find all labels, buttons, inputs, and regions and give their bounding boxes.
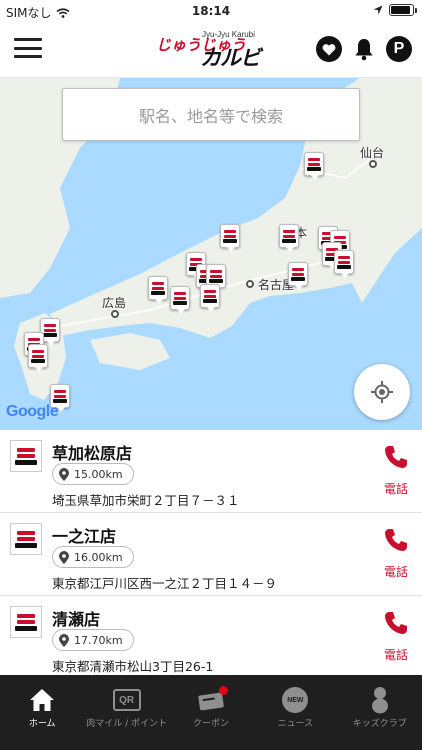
battery-fill xyxy=(391,6,410,14)
pin-icon xyxy=(59,467,69,481)
points-button[interactable]: P xyxy=(386,36,412,62)
store-logo xyxy=(10,440,42,472)
battery-icon xyxy=(389,4,417,16)
phone-icon xyxy=(385,446,407,468)
tab-points[interactable]: QR 肉マイル / ポイント xyxy=(84,675,168,750)
store-pin[interactable] xyxy=(170,286,190,314)
store-address: 埼玉県草加市栄町２丁目７－３１ xyxy=(52,493,240,508)
distance-badge: 16.00km xyxy=(52,546,134,568)
store-item[interactable]: 清瀬店 17.70km 東京都清瀬市松山3丁目26-1 電話 xyxy=(0,596,422,675)
call-button[interactable]: 電話 xyxy=(376,444,416,497)
pin-icon xyxy=(59,633,69,647)
call-label: 電話 xyxy=(383,648,408,662)
store-item[interactable]: 草加松原店 15.00km 埼玉県草加市栄町２丁目７－３１ 電話 xyxy=(0,430,422,513)
call-button[interactable]: 電話 xyxy=(376,610,416,663)
tab-kids-club[interactable]: キッズクラブ xyxy=(338,675,422,750)
distance-badge: 15.00km xyxy=(52,463,134,485)
city-label-hiroshima: 広島 xyxy=(102,296,127,310)
qr-icon: QR xyxy=(112,687,141,713)
distance-badge: 17.70km xyxy=(52,629,134,651)
app-header: Jyu-Jyu Karubi じゅうじゅう カルビ P xyxy=(0,22,422,78)
store-item[interactable]: 一之江店 16.00km 東京都江戸川区西一之江２丁目１４－９ 電話 xyxy=(0,513,422,596)
store-map[interactable]: 駅名、地名等で検索 仙台 広島 名古屋 本 Google xyxy=(0,78,422,430)
city-label-sendai: 仙台 xyxy=(360,146,385,160)
distance-text: 17.70km xyxy=(74,633,123,647)
store-logo xyxy=(10,523,42,555)
kids-icon xyxy=(370,687,390,714)
call-label: 電話 xyxy=(383,482,408,496)
home-icon xyxy=(29,687,55,713)
coupon-badge xyxy=(218,686,228,695)
city-marker-nagoya xyxy=(246,280,254,288)
city-marker-sendai xyxy=(369,160,377,168)
tab-kids-label: キッズクラブ xyxy=(352,719,407,729)
clock: 18:14 xyxy=(191,4,231,18)
store-pin[interactable] xyxy=(288,262,308,290)
tab-news[interactable]: NEW ニュース xyxy=(253,675,337,750)
header-actions: P xyxy=(316,36,412,62)
google-logo-text: Google xyxy=(6,403,59,420)
phone-icon xyxy=(385,612,407,634)
store-pin[interactable] xyxy=(148,276,168,304)
store-name: 草加松原店 xyxy=(52,444,133,463)
menu-line xyxy=(14,38,42,41)
coupon-icon xyxy=(197,686,228,713)
store-name: 清瀬店 xyxy=(52,610,101,629)
tab-points-label: 肉マイル / ポイント xyxy=(86,719,167,729)
store-pin[interactable] xyxy=(304,152,324,180)
store-address: 東京都清瀬市松山3丁目26-1 xyxy=(52,659,214,674)
store-pin[interactable] xyxy=(279,224,299,252)
store-address: 東京都江戸川区西一之江２丁目１４－９ xyxy=(52,576,278,591)
brand-logo: Jyu-Jyu Karubi じゅうじゅう カルビ xyxy=(156,28,266,72)
search-placeholder: 駅名、地名等で検索 xyxy=(138,106,283,126)
search-input[interactable]: 駅名、地名等で検索 xyxy=(62,88,360,141)
menu-button[interactable] xyxy=(14,36,42,60)
bottom-tab-bar: ホーム QR 肉マイル / ポイント クーポン NEW ニュース キッズクラブ xyxy=(0,675,422,750)
store-logo xyxy=(10,606,42,638)
heart-icon xyxy=(322,43,336,55)
status-bar: SIMなし 18:14 xyxy=(0,0,422,22)
logo-text-b: カルビ xyxy=(200,46,261,70)
store-name: 一之江店 xyxy=(52,527,117,546)
status-right xyxy=(373,4,417,16)
qr-icon-text: QR xyxy=(119,694,135,706)
tab-news-label: ニュース xyxy=(277,719,314,729)
store-pin[interactable] xyxy=(200,284,220,312)
tab-home-label: ホーム xyxy=(28,719,56,729)
bell-icon xyxy=(355,39,373,61)
distance-text: 16.00km xyxy=(74,550,123,564)
news-icon-text: NEW xyxy=(287,696,304,704)
pin-icon xyxy=(59,550,69,564)
google-attribution: Google xyxy=(6,403,59,421)
crosshair-icon xyxy=(371,381,393,403)
favorites-button[interactable] xyxy=(316,36,342,62)
store-list: 草加松原店 15.00km 埼玉県草加市栄町２丁目７－３１ 電話 一之江店 16… xyxy=(0,430,422,675)
store-pin[interactable] xyxy=(220,224,240,252)
city-marker-hiroshima xyxy=(111,310,119,318)
news-icon: NEW xyxy=(282,687,309,713)
my-location-button[interactable] xyxy=(354,364,410,420)
tab-coupon[interactable]: クーポン xyxy=(169,675,253,750)
store-pin[interactable] xyxy=(334,250,354,278)
menu-line xyxy=(14,46,42,50)
menu-line xyxy=(14,55,42,58)
call-button[interactable]: 電話 xyxy=(376,527,416,580)
store-pin[interactable] xyxy=(28,344,48,372)
tab-home[interactable]: ホーム xyxy=(0,675,84,750)
distance-text: 15.00km xyxy=(74,467,123,481)
tab-coupon-label: クーポン xyxy=(192,719,229,729)
phone-icon xyxy=(385,529,407,551)
notifications-button[interactable] xyxy=(351,36,377,62)
location-arrow-icon xyxy=(373,5,383,15)
call-label: 電話 xyxy=(383,565,408,579)
points-label: P xyxy=(393,40,405,57)
